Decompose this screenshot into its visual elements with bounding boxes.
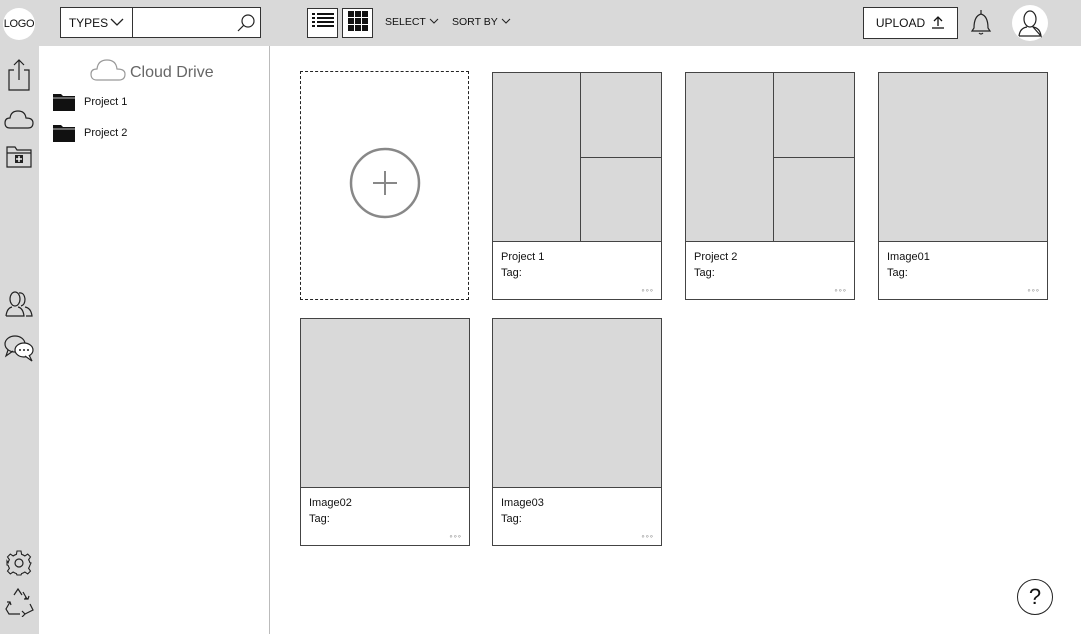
more-options-icon[interactable]: ◦◦◦ [641, 285, 654, 295]
recycle-icon[interactable] [3, 586, 35, 618]
help-button[interactable]: ? [1017, 579, 1053, 615]
chevron-down-icon [429, 16, 439, 28]
folder-icon [53, 93, 75, 111]
cloud-drive-label: Cloud Drive [130, 63, 214, 81]
chevron-down-icon [501, 16, 511, 28]
more-options-icon[interactable]: ◦◦◦ [1027, 285, 1040, 295]
card-thumbnail [493, 73, 661, 242]
search-input[interactable] [133, 8, 232, 37]
cloud-drive-title[interactable]: Cloud Drive [90, 58, 214, 87]
upload-button[interactable]: UPLOAD [863, 7, 958, 39]
card-thumbnail [686, 73, 854, 242]
list-view-icon [311, 11, 335, 36]
cloud-icon[interactable] [4, 108, 34, 130]
card-name: Project 2 [694, 251, 738, 263]
upload-arrow-icon [931, 15, 945, 32]
sidebar-folder-project-2[interactable]: Project 2 [53, 124, 127, 142]
new-folder-icon[interactable] [5, 143, 33, 169]
more-options-icon[interactable]: ◦◦◦ [449, 531, 462, 541]
chevron-down-icon [110, 16, 124, 30]
folder-label: Project 1 [84, 96, 128, 108]
card-tag: Tag: [501, 267, 522, 279]
card-name: Image03 [501, 497, 544, 509]
user-avatar-icon[interactable] [1012, 5, 1048, 41]
add-new-card[interactable] [300, 71, 469, 300]
sidebar-folder-project-1[interactable]: Project 1 [53, 93, 127, 111]
card-tag: Tag: [309, 513, 330, 525]
sort-by-menu[interactable]: SORT BY [452, 16, 511, 28]
search-icon[interactable] [232, 8, 260, 37]
card-name: Image01 [887, 251, 930, 263]
file-card-image03[interactable]: Image03 Tag: ◦◦◦ [492, 318, 662, 546]
chat-icon[interactable] [3, 333, 35, 363]
card-thumbnail [493, 319, 661, 488]
share-upload-icon[interactable] [5, 58, 33, 92]
folder-icon [53, 124, 75, 142]
thumbnail-divider [773, 157, 854, 158]
select-menu[interactable]: SELECT [385, 16, 439, 28]
users-icon[interactable] [4, 290, 34, 318]
sort-by-label: SORT BY [452, 16, 498, 28]
card-tag: Tag: [694, 267, 715, 279]
grid-view-icon [347, 10, 369, 37]
cloud-icon [90, 58, 126, 87]
bell-icon[interactable] [966, 6, 996, 38]
select-label: SELECT [385, 16, 426, 28]
card-thumbnail [301, 319, 469, 488]
card-thumbnail [879, 73, 1047, 242]
folder-label: Project 2 [84, 127, 128, 139]
card-tag: Tag: [501, 513, 522, 525]
upload-label: UPLOAD [875, 16, 926, 30]
plus-icon [348, 146, 422, 225]
more-options-icon[interactable]: ◦◦◦ [641, 531, 654, 541]
file-card-image02[interactable]: Image02 Tag: ◦◦◦ [300, 318, 470, 546]
card-name: Project 1 [501, 251, 545, 263]
file-card-project-2[interactable]: Project 2 Tag: ◦◦◦ [685, 72, 855, 300]
types-search-group: TYPES [60, 7, 261, 38]
list-view-button[interactable] [307, 8, 338, 38]
card-name: Image02 [309, 497, 352, 509]
file-card-project-1[interactable]: Project 1 Tag: ◦◦◦ [492, 72, 662, 300]
more-options-icon[interactable]: ◦◦◦ [834, 285, 847, 295]
file-card-image01[interactable]: Image01 Tag: ◦◦◦ [878, 72, 1048, 300]
types-dropdown[interactable]: TYPES [61, 8, 133, 37]
gear-icon[interactable] [4, 548, 34, 578]
thumbnail-divider [580, 157, 661, 158]
top-bar: LOGO TYPES SELECT SORT BY UPLOAD [0, 0, 1081, 46]
logo[interactable]: LOGO [3, 8, 35, 40]
types-label: TYPES [68, 15, 109, 30]
card-tag: Tag: [887, 267, 908, 279]
grid-view-button[interactable] [342, 8, 373, 38]
